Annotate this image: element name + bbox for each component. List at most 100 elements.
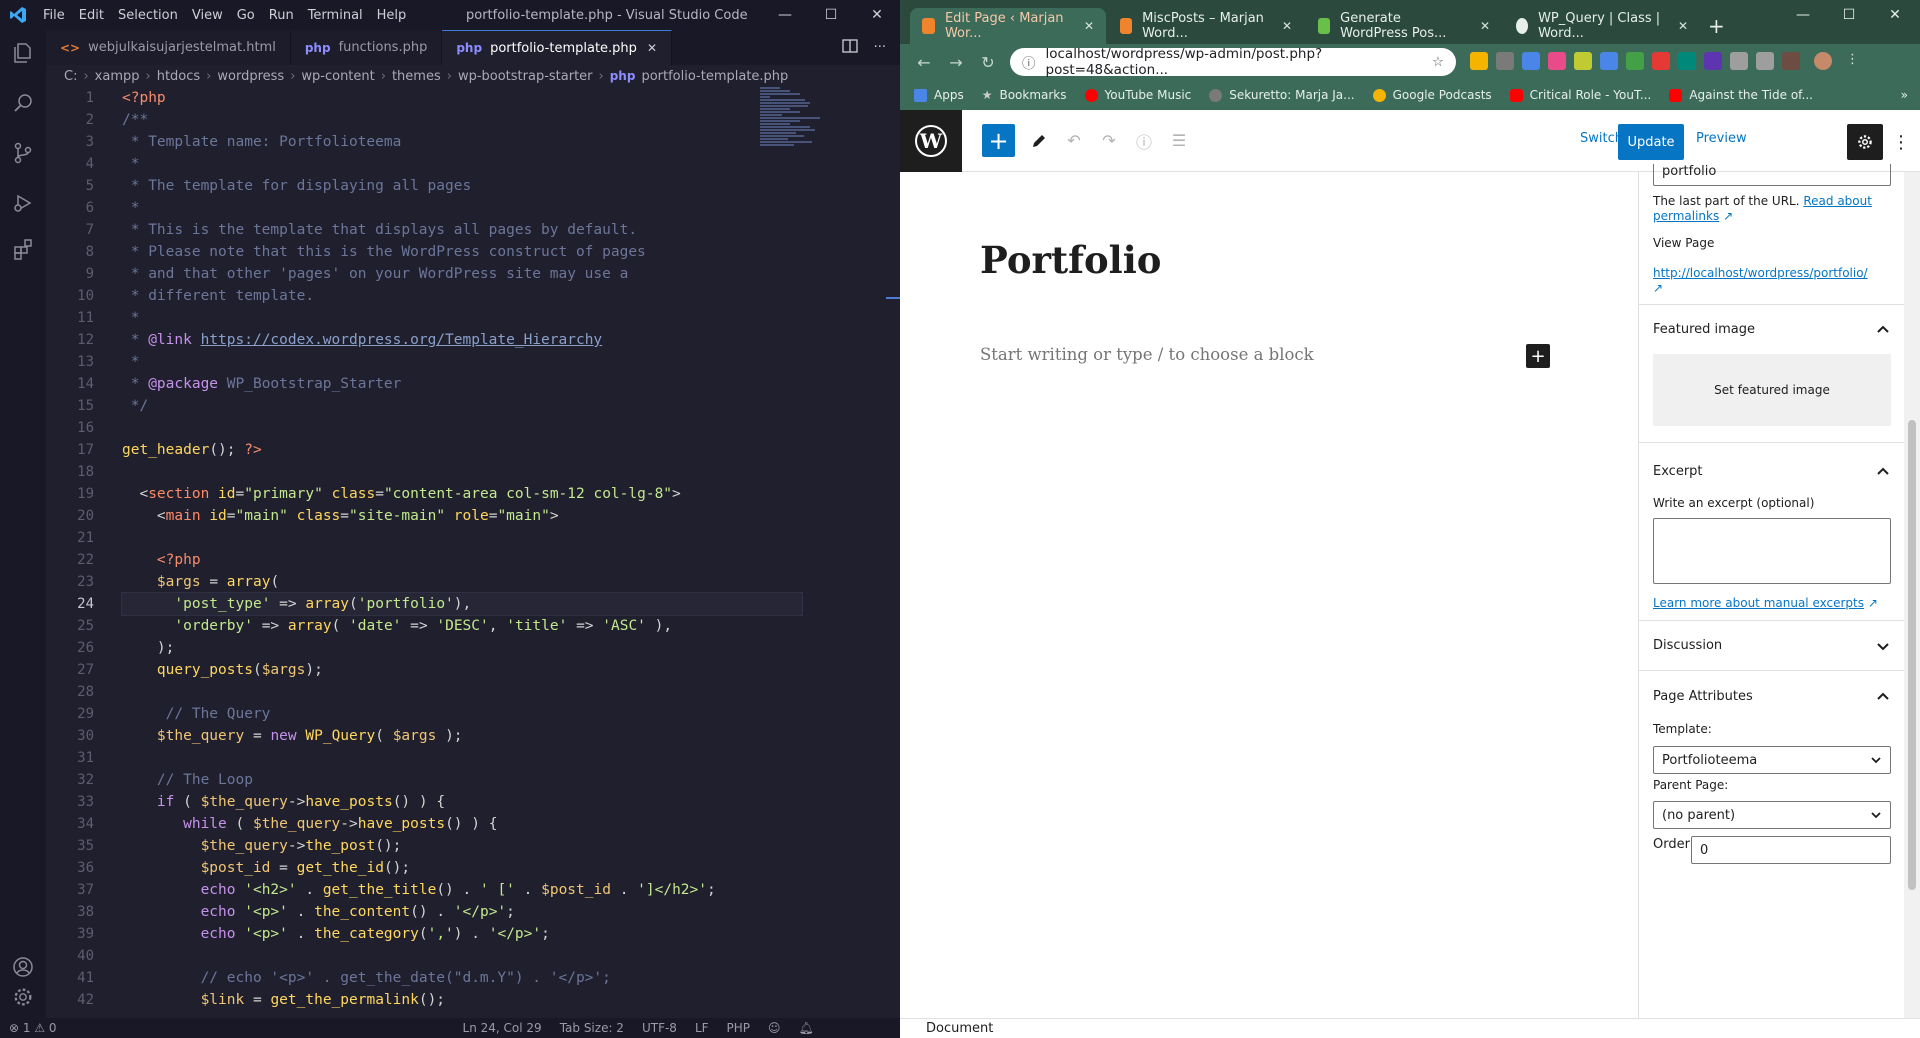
edit-pencil-icon[interactable] — [1028, 130, 1050, 152]
breadcrumb-item[interactable]: wp-bootstrap-starter — [458, 69, 593, 84]
code-line[interactable]: * and that other 'pages' on your WordPre… — [122, 263, 842, 285]
page-title[interactable]: Portfolio — [980, 238, 1161, 282]
code-line[interactable]: 'orderby' => array( 'date' => 'DESC', 't… — [122, 615, 842, 637]
chevron-up-icon[interactable] — [1875, 322, 1891, 338]
code-lines[interactable]: <?php /** * Template name: Portfolioteem… — [121, 87, 842, 1011]
extensions-icon[interactable] — [0, 226, 46, 272]
scrollbar-thumb[interactable] — [1908, 420, 1916, 890]
browser-tab-wp-query[interactable]: WP_Query | Class | Word... ✕ — [1504, 8, 1700, 44]
code-line[interactable]: * — [122, 351, 842, 373]
more-actions-icon[interactable]: ··· — [874, 40, 886, 55]
chevron-down-icon[interactable] — [1875, 638, 1891, 654]
add-block-button[interactable]: + — [982, 124, 1015, 157]
breadcrumb-item[interactable]: C: — [64, 69, 77, 84]
sidebar-scrollbar[interactable] — [1904, 172, 1920, 1018]
problems-indicator[interactable]: ⊗ 1 ⚠ 0 — [0, 1021, 66, 1035]
order-input[interactable]: 0 — [1691, 836, 1891, 864]
reload-icon[interactable]: ↻ — [972, 53, 1004, 72]
code-line[interactable]: $args = array( — [122, 571, 842, 593]
breadcrumb-item[interactable]: wp-content — [301, 69, 374, 84]
set-featured-image-button[interactable]: Set featured image — [1653, 354, 1891, 426]
line-ending[interactable]: LF — [686, 1021, 718, 1035]
read-about-link[interactable]: Read about — [1803, 194, 1872, 208]
code-line[interactable] — [122, 461, 842, 483]
extension-icon[interactable] — [1496, 52, 1514, 70]
chevron-up-icon[interactable] — [1875, 464, 1891, 480]
update-button[interactable]: Update — [1618, 124, 1684, 160]
close-tab-icon[interactable]: ✕ — [647, 41, 657, 55]
code-line[interactable]: * This is the template that displays all… — [122, 219, 842, 241]
extension-icon[interactable] — [1730, 52, 1748, 70]
preview-button[interactable]: Preview — [1696, 131, 1747, 146]
address-bar[interactable]: ⓘ localhost/wordpress/wp-admin/post.php?… — [1010, 46, 1456, 78]
extension-icon[interactable] — [1470, 52, 1488, 70]
code-line[interactable]: * The template for displaying all pages — [122, 175, 842, 197]
manual-excerpts-link[interactable]: Learn more about manual excerpts — [1653, 596, 1864, 610]
more-bookmarks-icon[interactable]: » — [1901, 88, 1908, 102]
bookmark-critical-role[interactable]: Critical Role - YouT... — [1509, 88, 1651, 102]
bookmark-apps[interactable]: Apps — [914, 88, 964, 102]
code-line[interactable]: * @package WP_Bootstrap_Starter — [122, 373, 842, 395]
code-line[interactable]: /** — [122, 109, 842, 131]
close-icon[interactable]: ✕ — [854, 0, 900, 30]
extension-icon[interactable] — [1678, 52, 1696, 70]
extension-icon[interactable] — [1756, 52, 1774, 70]
extension-icon[interactable] — [1782, 52, 1800, 70]
close-tab-icon[interactable]: ✕ — [1678, 19, 1688, 33]
extension-icon[interactable] — [1704, 52, 1722, 70]
code-line[interactable]: query_posts($args); — [122, 659, 842, 681]
menu-file[interactable]: File — [36, 8, 72, 23]
tab-functions-php[interactable]: php functions.php — [290, 30, 443, 65]
extension-icon[interactable] — [1652, 52, 1670, 70]
tab-size[interactable]: Tab Size: 2 — [551, 1021, 633, 1035]
menu-selection[interactable]: Selection — [111, 8, 185, 23]
close-tab-icon[interactable]: ✕ — [1480, 19, 1490, 33]
menu-edit[interactable]: Edit — [72, 8, 111, 23]
parent-page-select[interactable]: (no parent) — [1653, 801, 1891, 829]
menu-view[interactable]: View — [185, 8, 230, 23]
code-line[interactable]: */ — [122, 395, 842, 417]
featured-image-panel-title[interactable]: Featured image — [1653, 322, 1755, 337]
code-line[interactable]: * Template name: Portfolioteema — [122, 131, 842, 153]
extension-icon[interactable] — [1522, 52, 1540, 70]
code-line[interactable]: // echo '<p>' . get_the_date("d.m.Y") . … — [122, 967, 842, 989]
code-line[interactable]: * — [122, 197, 842, 219]
template-select[interactable]: Portfolioteema — [1653, 746, 1891, 774]
discussion-panel-title[interactable]: Discussion — [1653, 638, 1722, 653]
maximize-icon[interactable]: ☐ — [1826, 0, 1872, 30]
tab-portfolio-template[interactable]: php portfolio-template.php ✕ — [442, 30, 672, 65]
url-slug-input[interactable]: portfolio — [1653, 164, 1891, 186]
bookmark-sekuretto[interactable]: Sekuretto: Marja Ja... — [1209, 88, 1355, 102]
code-line[interactable]: * — [122, 307, 842, 329]
bookmark-youtube-music[interactable]: YouTube Music — [1084, 88, 1191, 102]
browser-tab-edit-page[interactable]: Edit Page ‹ Marjan Wor... ✕ — [910, 8, 1106, 44]
inline-add-block-button[interactable]: + — [1526, 344, 1550, 368]
code-line[interactable]: <main id="main" class="site-main" role="… — [122, 505, 842, 527]
manage-gear-icon[interactable] — [0, 974, 46, 1020]
bookmark-star-icon[interactable]: ☆ — [1432, 54, 1444, 70]
code-line[interactable]: echo '<p>' . the_content() . '</p>'; — [122, 901, 842, 923]
code-line[interactable]: $post_id = get_the_id(); — [122, 857, 842, 879]
feedback-icon[interactable]: ☺ — [759, 1021, 790, 1035]
view-page-link[interactable]: http://localhost/wordpress/portfolio/ — [1653, 266, 1868, 280]
code-line[interactable]: $the_query = new WP_Query( $args ); — [122, 725, 842, 747]
browser-tab-generate-posts[interactable]: Generate WordPress Pos... ✕ — [1306, 8, 1502, 44]
code-line[interactable]: ); — [122, 637, 842, 659]
menu-go[interactable]: Go — [230, 8, 262, 23]
code-line[interactable]: if ( $the_query->have_posts() ) { — [122, 791, 842, 813]
breadcrumb-item[interactable]: portfolio-template.php — [641, 69, 788, 84]
browser-menu-icon[interactable]: ⋮ — [1846, 52, 1859, 70]
code-line[interactable]: $the_query->the_post(); — [122, 835, 842, 857]
breadcrumb-item[interactable]: htdocs — [157, 69, 200, 84]
code-line-current[interactable]: 'post_type' => array('portfolio'), — [121, 592, 803, 616]
bookmark-bookmarks[interactable]: ★ Bookmarks — [982, 88, 1067, 102]
code-line[interactable]: // The Loop — [122, 769, 842, 791]
code-line[interactable]: <?php — [122, 87, 842, 109]
close-tab-icon[interactable]: ✕ — [1282, 19, 1292, 33]
menu-run[interactable]: Run — [262, 8, 301, 23]
code-line[interactable]: * @link https://codex.wordpress.org/Temp… — [122, 329, 842, 351]
code-line[interactable]: while ( $the_query->have_posts() ) { — [122, 813, 842, 835]
menu-help[interactable]: Help — [370, 8, 414, 23]
extension-icon[interactable] — [1548, 52, 1566, 70]
browser-tab-miscposts[interactable]: MiscPosts – Marjan Word... ✕ — [1108, 8, 1304, 44]
